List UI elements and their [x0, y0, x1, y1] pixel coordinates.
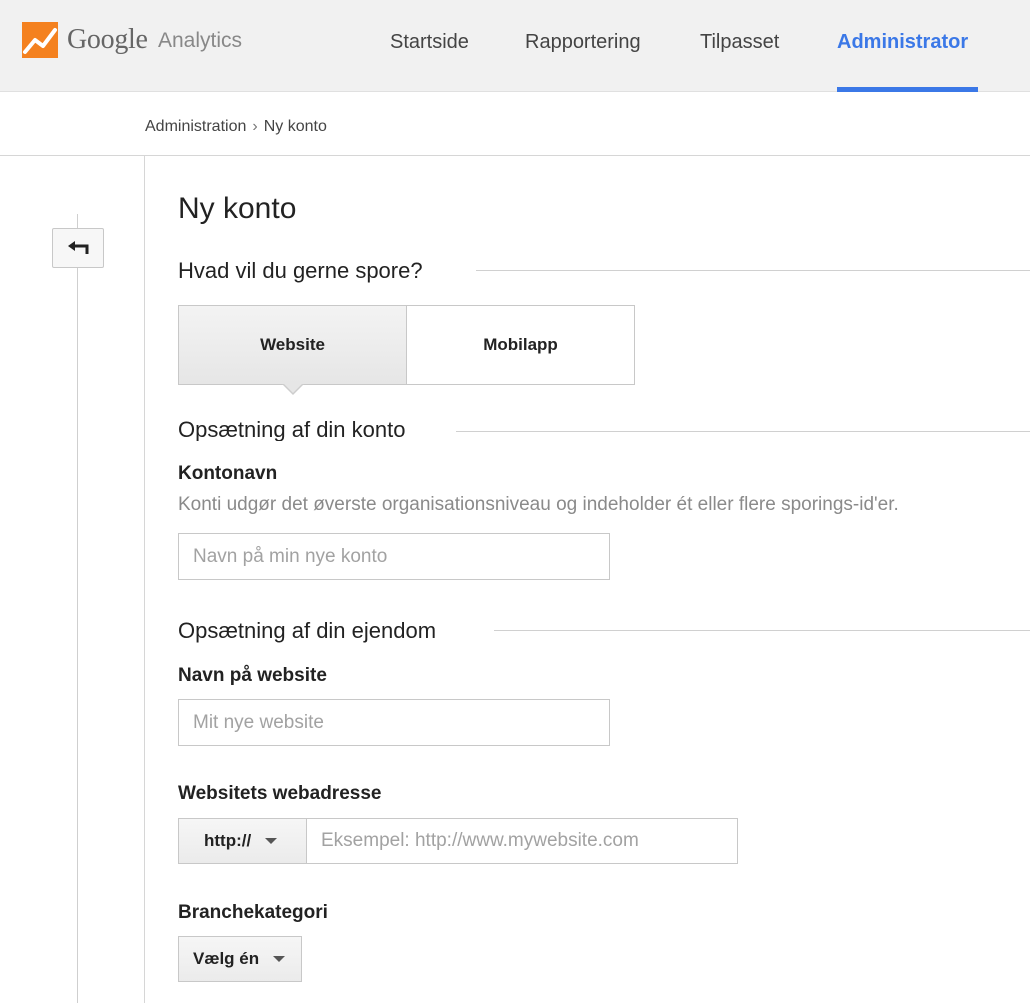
property-heading: Opsætning af din ejendom [178, 618, 437, 644]
section-divider [494, 630, 1030, 631]
nav-home[interactable]: Startside [390, 31, 469, 54]
breadcrumb-root[interactable]: Administration [145, 118, 246, 135]
top-bar: Google Analytics Startside Rapportering … [0, 0, 1030, 92]
brand-product: Analytics [158, 29, 243, 52]
chevron-down-icon [273, 956, 286, 962]
selection-pointer-fill [283, 383, 303, 393]
page-title: Ny konto [178, 192, 297, 225]
breadcrumb-separator: › [252, 118, 258, 135]
nav-reporting[interactable]: Rapportering [525, 31, 641, 54]
site-name-input[interactable] [178, 699, 610, 746]
account-name-input[interactable] [178, 533, 610, 580]
account-name-help: Konti udgør det øverste organisationsniv… [178, 494, 899, 515]
track-mobile-button[interactable]: Mobilapp [406, 305, 635, 385]
site-name-label: Navn på website [178, 665, 327, 686]
track-website-button[interactable]: Website [178, 305, 407, 385]
industry-value: Vælg én [193, 949, 260, 968]
back-button[interactable] [52, 228, 104, 268]
analytics-logo-icon [22, 22, 58, 58]
brand-name: Google [67, 24, 148, 55]
nav-active-indicator [837, 87, 978, 92]
breadcrumb-divider [0, 155, 1030, 156]
section-divider [476, 270, 1030, 271]
protocol-dropdown[interactable]: http:// [178, 818, 307, 864]
site-url-label: Websitets webadresse [178, 783, 382, 804]
industry-label: Branchekategori [178, 902, 328, 923]
account-name-label: Kontonavn [178, 463, 278, 484]
protocol-value: http:// [204, 831, 252, 850]
nav-admin[interactable]: Administrator [837, 31, 968, 54]
section-divider [456, 431, 1030, 432]
breadcrumb-current: Ny konto [263, 118, 327, 135]
breadcrumb: Administration › Ny konto [145, 118, 327, 136]
back-arrow-icon [68, 241, 89, 254]
account-heading: Opsætning af din konto [178, 417, 406, 441]
content-border [144, 156, 145, 1003]
rail-line [77, 214, 78, 1003]
site-url-input[interactable] [306, 818, 738, 864]
industry-dropdown[interactable]: Vælg én [178, 936, 302, 982]
nav-custom[interactable]: Tilpasset [700, 31, 779, 54]
chevron-down-icon [265, 838, 278, 844]
track-heading: Hvad vil du gerne spore? [178, 258, 423, 284]
